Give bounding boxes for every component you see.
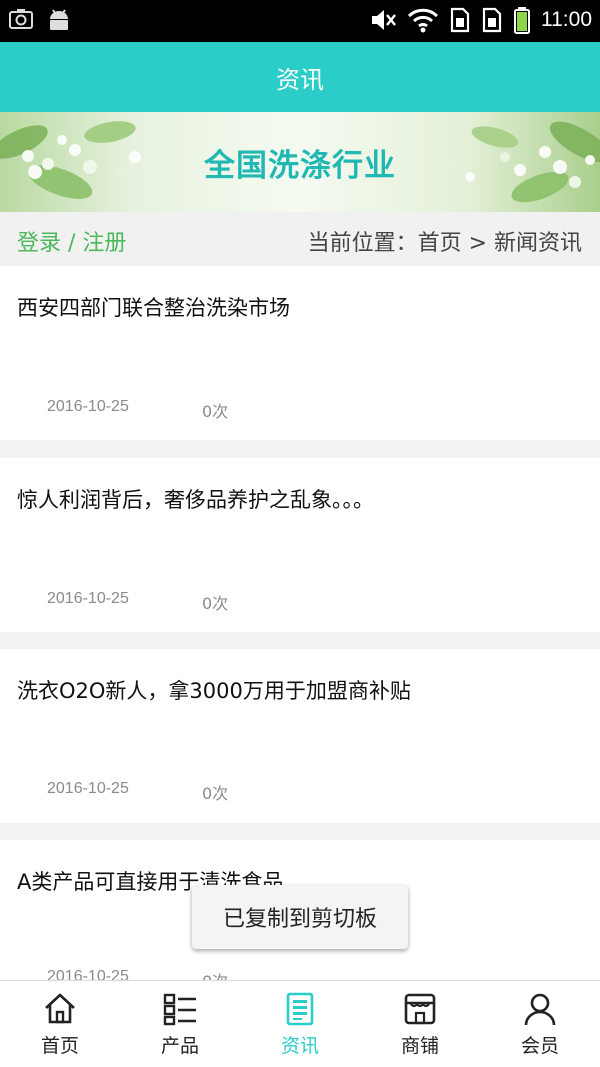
tab-store[interactable]: 商铺 <box>360 981 480 1067</box>
status-right-icons: 11:00 <box>369 6 592 34</box>
tab-home[interactable]: 首页 <box>0 981 120 1067</box>
app-header: 资讯 <box>0 42 600 112</box>
tab-news[interactable]: 资讯 <box>240 981 360 1067</box>
sim-icon <box>481 6 503 34</box>
tab-label: 资讯 <box>280 1035 319 1057</box>
news-title[interactable]: 西安四部门联合整治洗染市场 <box>17 292 417 324</box>
news-views: 0次 <box>202 402 229 421</box>
auth-links: 登录 / 注册 <box>17 225 126 257</box>
news-title[interactable]: 惊人利润背后，奢侈品养护之乱象。。。 <box>17 484 417 516</box>
tab-label: 商铺 <box>400 1035 439 1057</box>
auth-separator: / <box>61 231 83 256</box>
news-views: 0次 <box>202 784 229 803</box>
tab-label: 首页 <box>40 1035 79 1057</box>
user-icon <box>522 991 558 1027</box>
mute-icon <box>369 6 397 34</box>
news-date: 2016-10-25 <box>47 780 129 797</box>
news-title[interactable]: 洗衣O2O新人，拿3000万用于加盟商补贴 <box>17 675 417 707</box>
status-left-icons <box>8 7 72 33</box>
login-link[interactable]: 登录 <box>17 231 61 256</box>
tab-label: 会员 <box>520 1035 559 1057</box>
toast: 已复制到剪切板 <box>192 885 408 949</box>
wifi-icon <box>407 6 439 34</box>
breadcrumb: 登录 / 注册 当前位置：首页 > 新闻资讯 <box>0 212 600 266</box>
sim-icon <box>449 6 471 34</box>
list-item[interactable]: 西安四部门联合整治洗染市场 2016-10-25 0次 <box>0 266 600 440</box>
banner: 全国洗涤行业 <box>0 112 600 212</box>
screenshot-icon <box>8 7 34 33</box>
bottom-nav: 首页 产品 资讯 商铺 会员 <box>0 980 600 1067</box>
list-icon <box>162 991 198 1027</box>
news-date: 2016-10-25 <box>47 398 129 415</box>
news-date: 2016-10-25 <box>47 590 129 607</box>
news-views: 0次 <box>202 594 229 613</box>
register-link[interactable]: 注册 <box>82 231 126 256</box>
current-location: 当前位置：首页 > 新闻资讯 <box>307 231 582 256</box>
tab-member[interactable]: 会员 <box>480 981 600 1067</box>
news-icon <box>282 991 318 1027</box>
status-bar: 11:00 <box>0 0 600 42</box>
status-time: 11:00 <box>541 8 592 31</box>
android-icon <box>46 7 72 33</box>
list-item[interactable]: 惊人利润背后，奢侈品养护之乱象。。。 2016-10-25 0次 <box>0 458 600 632</box>
battery-icon <box>513 6 531 34</box>
home-icon <box>42 991 78 1027</box>
tab-products[interactable]: 产品 <box>120 981 240 1067</box>
banner-title: 全国洗涤行业 <box>204 148 396 184</box>
list-item[interactable]: 洗衣O2O新人，拿3000万用于加盟商补贴 2016-10-25 0次 <box>0 649 600 823</box>
page-title: 资讯 <box>276 66 324 94</box>
tab-label: 产品 <box>160 1035 199 1057</box>
store-icon <box>402 991 438 1027</box>
